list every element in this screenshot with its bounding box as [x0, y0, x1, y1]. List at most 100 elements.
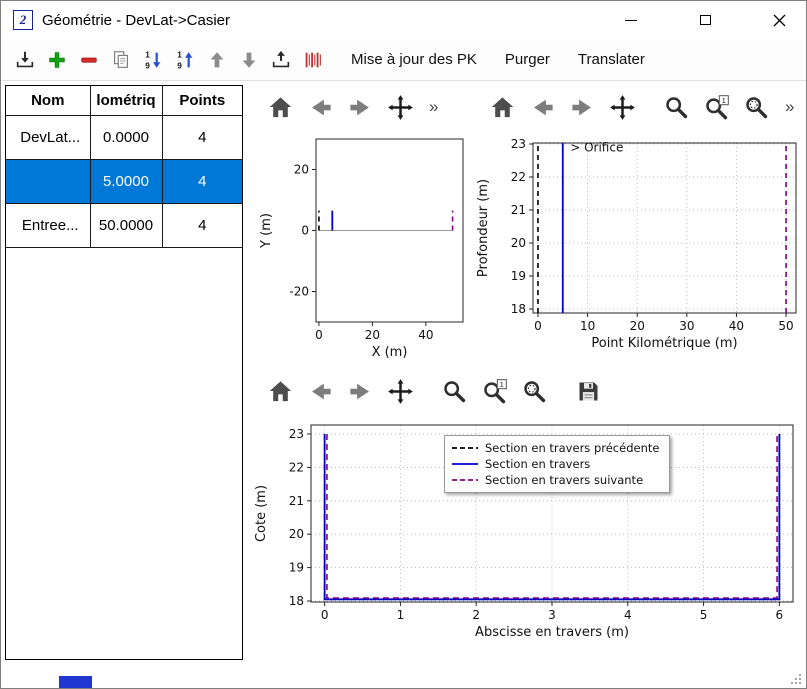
- svg-text:X (m): X (m): [372, 345, 408, 360]
- move-down-button[interactable]: [235, 45, 263, 75]
- plan-plot-canvas[interactable]: 02040-20020X (m)Y (m): [247, 129, 467, 367]
- zoom-region-button[interactable]: [739, 90, 773, 124]
- back-arrow-icon: [307, 378, 334, 405]
- svg-text:20: 20: [289, 527, 304, 541]
- home-button[interactable]: [263, 374, 297, 408]
- move-up-button[interactable]: [203, 45, 231, 75]
- svg-text:21: 21: [511, 203, 526, 217]
- svg-text:> Orifice: > Orifice: [570, 140, 623, 154]
- cell-pk[interactable]: 0.0000: [90, 115, 162, 159]
- sections-button[interactable]: [299, 45, 327, 75]
- zoom-button[interactable]: [659, 90, 693, 124]
- app-icon: 2: [13, 10, 33, 30]
- zoom-1-button[interactable]: 1: [477, 374, 511, 408]
- column-header-kilometrique[interactable]: lométriq: [90, 86, 162, 115]
- sort-ascending-button[interactable]: 19: [171, 45, 199, 75]
- close-button[interactable]: [756, 1, 802, 39]
- cell-pk[interactable]: 50.0000: [90, 203, 162, 247]
- move-up-icon: [206, 49, 228, 71]
- back-arrow-icon: [529, 94, 556, 121]
- forward-button[interactable]: [343, 90, 377, 124]
- cell-nom[interactable]: DevLat...: [6, 115, 90, 159]
- maximize-icon: [700, 15, 711, 25]
- zoom-region-icon: [521, 378, 548, 405]
- pan-icon: [609, 94, 636, 121]
- cell-nom[interactable]: Entree...: [6, 203, 90, 247]
- column-header-points[interactable]: Points: [162, 86, 242, 115]
- svg-text:9: 9: [177, 61, 182, 70]
- cell-points[interactable]: 4: [162, 203, 242, 247]
- table-row[interactable]: Entree... 50.0000 4: [6, 203, 242, 247]
- save-button[interactable]: [571, 374, 605, 408]
- svg-text:30: 30: [679, 319, 694, 333]
- add-icon: [46, 49, 68, 71]
- column-header-nom[interactable]: Nom: [6, 86, 90, 115]
- home-icon: [489, 94, 516, 121]
- home-icon: [267, 94, 294, 121]
- svg-text:4: 4: [624, 608, 632, 622]
- bottom-blue-box: [59, 676, 92, 688]
- legend-entry: Section en travers: [451, 456, 663, 472]
- minimize-button[interactable]: [608, 1, 654, 39]
- table-header-row: Nom lométriq Points: [6, 86, 242, 115]
- home-button[interactable]: [485, 90, 519, 124]
- update-pk-button[interactable]: Mise à jour des PK: [343, 47, 485, 72]
- cell-nom[interactable]: [6, 159, 90, 203]
- cell-points[interactable]: 4: [162, 115, 242, 159]
- svg-text:6: 6: [776, 608, 784, 622]
- forward-arrow-icon: [569, 94, 596, 121]
- svg-text:18: 18: [289, 594, 304, 608]
- svg-text:0: 0: [315, 328, 323, 342]
- sort-ascending-icon: 19: [174, 49, 196, 71]
- svg-text:22: 22: [289, 460, 304, 474]
- svg-text:20: 20: [511, 236, 526, 250]
- pan-button[interactable]: [605, 90, 639, 124]
- copy-button[interactable]: [107, 45, 135, 75]
- cell-pk[interactable]: 5.0000: [90, 159, 162, 203]
- svg-text:5: 5: [700, 608, 708, 622]
- cell-points[interactable]: 4: [162, 159, 242, 203]
- home-button[interactable]: [263, 90, 297, 124]
- maximize-button[interactable]: [682, 1, 728, 39]
- sections-icon: [302, 49, 324, 71]
- back-button[interactable]: [303, 374, 337, 408]
- forward-button[interactable]: [343, 374, 377, 408]
- toolbar-overflow-button[interactable]: »: [785, 97, 794, 117]
- pan-button[interactable]: [383, 90, 417, 124]
- back-button[interactable]: [525, 90, 559, 124]
- zoom-icon: [663, 94, 690, 121]
- add-button[interactable]: [43, 45, 71, 75]
- section-nav-toolbar: 1: [247, 369, 805, 413]
- title-bar: 2 Géométrie - DevLat->Casier: [1, 1, 806, 39]
- zoom-button[interactable]: [437, 374, 471, 408]
- sort-descending-button[interactable]: 19: [139, 45, 167, 75]
- section-legend: Section en travers précédenteSection en …: [444, 435, 670, 493]
- table-row-selected[interactable]: 5.0000 4: [6, 159, 242, 203]
- zoom-1-button[interactable]: 1: [699, 90, 733, 124]
- svg-text:-20: -20: [289, 285, 309, 299]
- copy-icon: [110, 49, 132, 71]
- resize-grip[interactable]: [789, 672, 803, 686]
- svg-text:1: 1: [499, 380, 503, 389]
- forward-button[interactable]: [565, 90, 599, 124]
- back-button[interactable]: [303, 90, 337, 124]
- svg-text:23: 23: [289, 427, 304, 441]
- profile-plot-canvas[interactable]: 01020304050181920212223Point Kilométriqu…: [469, 129, 805, 367]
- svg-text:20: 20: [630, 319, 645, 333]
- zoom-region-icon: [743, 94, 770, 121]
- zoom-icon: [441, 378, 468, 405]
- pan-button[interactable]: [383, 374, 417, 408]
- legend-label: Section en travers précédente: [485, 441, 659, 455]
- purge-button[interactable]: Purger: [497, 47, 558, 72]
- zoom-region-button[interactable]: [517, 374, 551, 408]
- import-button[interactable]: [11, 45, 39, 75]
- translate-button[interactable]: Translater: [570, 47, 653, 72]
- export-button[interactable]: [267, 45, 295, 75]
- remove-button[interactable]: [75, 45, 103, 75]
- table-row[interactable]: DevLat... 0.0000 4: [6, 115, 242, 159]
- toolbar-overflow-button[interactable]: »: [429, 97, 438, 117]
- svg-text:0: 0: [321, 608, 329, 622]
- svg-text:20: 20: [365, 328, 380, 342]
- legend-entry: Section en travers suivante: [451, 472, 663, 488]
- svg-text:18: 18: [511, 302, 526, 316]
